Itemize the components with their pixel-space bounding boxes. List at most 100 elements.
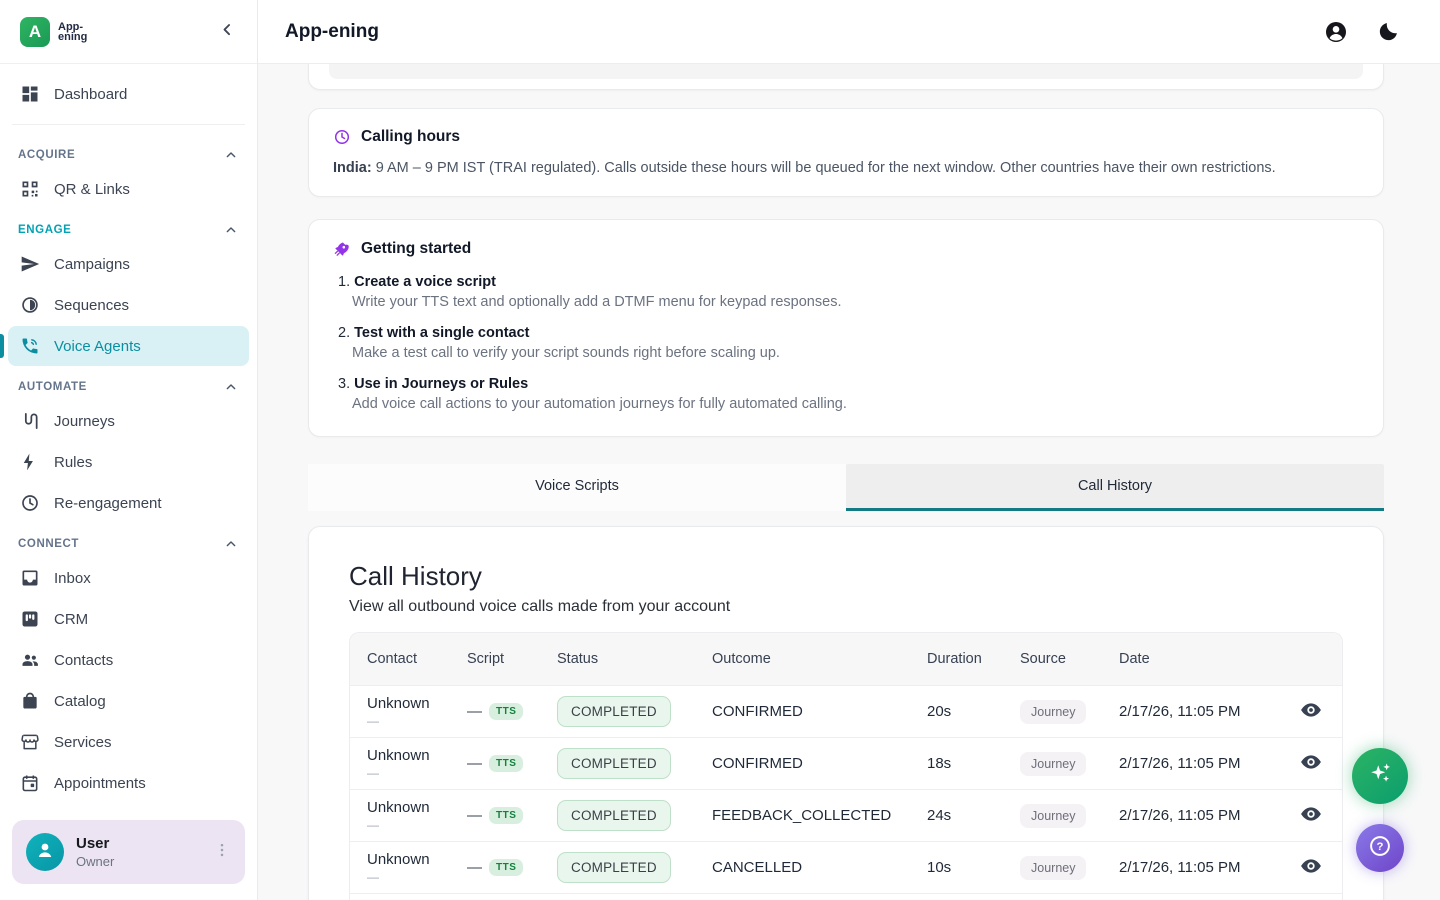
chevron-up-icon <box>223 536 239 552</box>
user-icon <box>33 838 57 867</box>
column-header-contact: Contact <box>367 651 467 667</box>
getting-started-steps: 1. Create a voice scriptWrite your TTS t… <box>333 274 1359 412</box>
sidebar-divider <box>12 124 245 125</box>
sidebar-item-qr-links[interactable]: QR & Links <box>8 169 249 209</box>
sidebar-item-inbox[interactable]: Inbox <box>8 558 249 598</box>
sidebar-item-re-engagement[interactable]: Re-engagement <box>8 483 249 523</box>
cell-source: Journey <box>1020 804 1119 828</box>
dark-mode-toggle[interactable] <box>1376 20 1400 44</box>
status-badge: COMPLETED <box>557 852 671 883</box>
brand-logo: A <box>20 17 50 47</box>
source-badge: Journey <box>1020 700 1086 724</box>
sidebar-item-dashboard[interactable]: Dashboard <box>8 74 249 114</box>
table-body: Unknown——TTSCOMPLETEDCONFIRMED20sJourney… <box>350 685 1342 900</box>
sidebar-nav: Dashboard ACQUIREQR & LinksENGAGECampaign… <box>0 64 257 803</box>
bag-icon <box>20 691 40 711</box>
sidebar-collapse-button[interactable] <box>217 20 241 44</box>
send-icon <box>20 254 40 274</box>
help-button[interactable]: ? <box>1356 824 1404 872</box>
sidebar-item-appointments[interactable]: Appointments <box>8 763 249 803</box>
cell-outcome: FEEDBACK_COLLECTED <box>712 807 927 824</box>
ai-assistant-button[interactable] <box>1352 748 1408 804</box>
cell-source: Journey <box>1020 856 1119 880</box>
source-badge: Journey <box>1020 804 1086 828</box>
column-header-outcome: Outcome <box>712 651 927 667</box>
sidebar-section-connect[interactable]: CONNECT <box>8 524 249 558</box>
table-row: Unknown——TTSCOMPLETEDFEEDBACK_COLLECTED2… <box>350 789 1342 841</box>
sidebar-item-voice-agents[interactable]: Voice Agents <box>8 326 249 366</box>
user-card[interactable]: User Owner <box>12 820 245 884</box>
sidebar-item-rules[interactable]: Rules <box>8 442 249 482</box>
user-menu-button[interactable] <box>213 841 231 864</box>
call-history-table: ContactScriptStatusOutcomeDurationSource… <box>349 632 1343 900</box>
cell-duration: 20s <box>927 703 1020 720</box>
table-row: Unknown——TTSFAILEDNO_ANSWER30sJourney2/1… <box>350 893 1342 900</box>
contacts-icon <box>20 650 40 670</box>
sequences-icon <box>20 295 40 315</box>
tts-badge: TTS <box>489 755 523 772</box>
top-header: App-ening <box>258 0 1440 64</box>
source-badge: Journey <box>1020 752 1086 776</box>
tab-voice-scripts[interactable]: Voice Scripts <box>308 464 846 511</box>
sidebar-item-campaigns[interactable]: Campaigns <box>8 244 249 284</box>
sidebar-item-contacts[interactable]: Contacts <box>8 640 249 680</box>
cell-script: —TTS <box>467 755 557 772</box>
call-history-panel: Call History View all outbound voice cal… <box>308 526 1384 900</box>
qr-icon <box>20 179 40 199</box>
view-call-button[interactable] <box>1299 698 1323 722</box>
chevron-up-icon <box>223 379 239 395</box>
bolt-icon <box>20 452 40 472</box>
table-row: Unknown——TTSCOMPLETEDCANCELLED10sJourney… <box>350 841 1342 893</box>
cell-action <box>1299 802 1323 830</box>
sidebar-section-automate[interactable]: AUTOMATE <box>8 367 249 401</box>
getting-started-step: 2. Test with a single contactMake a test… <box>338 325 1359 361</box>
column-header-status: Status <box>557 651 712 667</box>
store-icon <box>20 732 40 752</box>
sidebar-item-crm[interactable]: CRM <box>8 599 249 639</box>
sidebar-item-journeys[interactable]: Journeys <box>8 401 249 441</box>
cell-script: —TTS <box>467 859 557 876</box>
cell-status: COMPLETED <box>557 800 712 831</box>
cell-outcome: CONFIRMED <box>712 703 927 720</box>
chevron-up-icon <box>223 147 239 163</box>
getting-started-card: Getting started 1. Create a voice script… <box>308 219 1384 437</box>
view-call-button[interactable] <box>1299 750 1323 774</box>
column-header-source: Source <box>1020 651 1119 667</box>
sidebar-item-catalog[interactable]: Catalog <box>8 681 249 721</box>
status-badge: COMPLETED <box>557 696 671 727</box>
sidebar-section-engage[interactable]: ENGAGE <box>8 210 249 244</box>
brand-name: App- ening <box>58 22 87 42</box>
table-header-row: ContactScriptStatusOutcomeDurationSource… <box>350 633 1342 685</box>
eye-icon <box>1299 854 1323 878</box>
cell-date: 2/17/26, 11:05 PM <box>1119 859 1299 876</box>
question-circle-icon: ? <box>1367 833 1393 864</box>
calling-hours-card: Calling hours India: 9 AM – 9 PM IST (TR… <box>308 108 1384 197</box>
column-header-duration: Duration <box>927 651 1020 667</box>
account-button[interactable] <box>1324 20 1348 44</box>
crm-icon <box>20 609 40 629</box>
cell-source: Journey <box>1020 752 1119 776</box>
chevron-left-icon <box>217 27 237 44</box>
sidebar-item-services[interactable]: Services <box>8 722 249 762</box>
view-call-button[interactable] <box>1299 854 1323 878</box>
cell-duration: 10s <box>927 859 1020 876</box>
inbox-icon <box>20 568 40 588</box>
rocket-icon <box>333 240 351 258</box>
source-badge: Journey <box>1020 856 1086 880</box>
view-call-button[interactable] <box>1299 802 1323 826</box>
cell-action <box>1299 698 1323 726</box>
tab-call-history[interactable]: Call History <box>846 464 1384 511</box>
call-history-subtitle: View all outbound voice calls made from … <box>349 598 1343 616</box>
journeys-icon <box>20 411 40 431</box>
tab-bar: Voice Scripts Call History <box>308 464 1384 511</box>
sparkles-icon <box>1366 760 1394 793</box>
status-badge: COMPLETED <box>557 748 671 779</box>
dashboard-icon <box>20 84 40 104</box>
column-header-script: Script <box>467 651 557 667</box>
calendar-icon <box>20 773 40 793</box>
sidebar-section-acquire[interactable]: ACQUIRE <box>8 135 249 169</box>
avatar <box>26 833 64 871</box>
sidebar-item-sequences[interactable]: Sequences <box>8 285 249 325</box>
cell-contact: Unknown— <box>367 851 467 884</box>
sidebar-user-section: User Owner <box>0 808 257 900</box>
